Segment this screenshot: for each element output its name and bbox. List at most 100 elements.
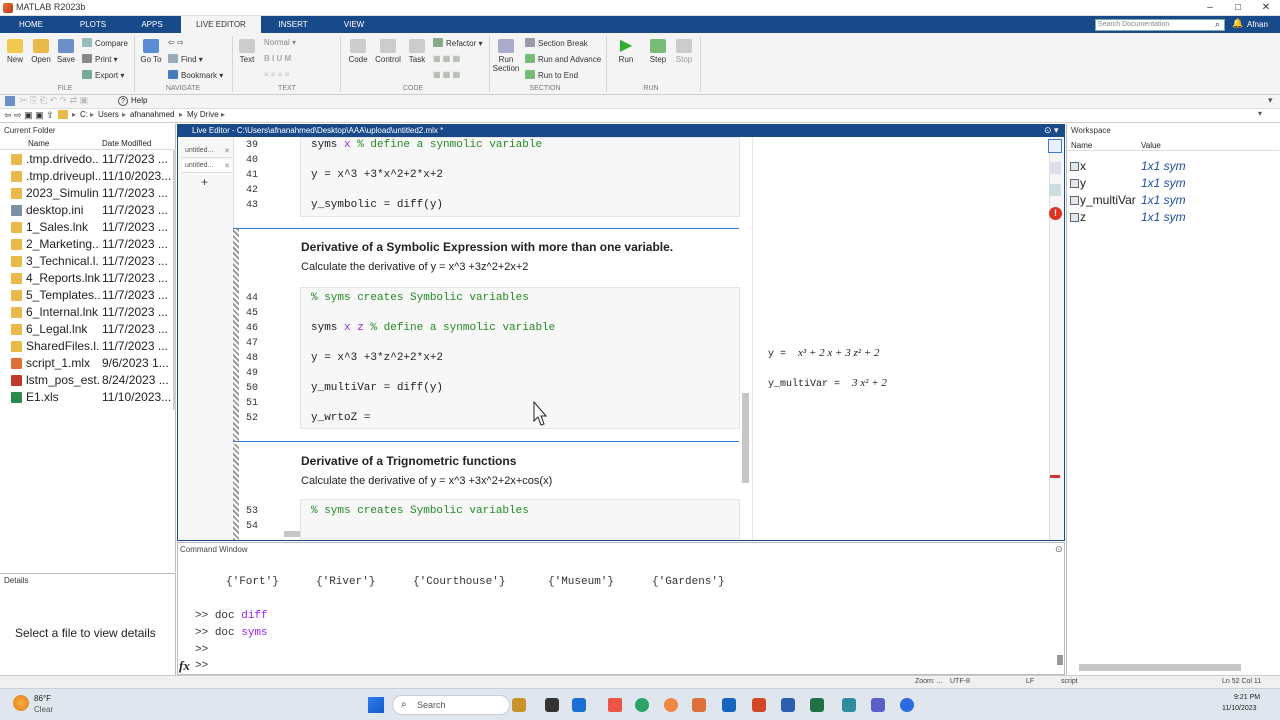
file-explorer-icon[interactable]	[512, 698, 526, 712]
hide-code-icon[interactable]	[1049, 184, 1061, 196]
format-buttons[interactable]: B I U M	[264, 54, 291, 63]
step-button[interactable]: Step	[646, 39, 670, 64]
zoom-status[interactable]: Zoom: ...	[915, 678, 943, 685]
close-tab-icon[interactable]: ✕	[224, 162, 230, 170]
weather-icon[interactable]	[13, 695, 29, 711]
file-row[interactable]: 6_Legal.lnk 11/7/2023 ...	[0, 321, 176, 338]
run-button[interactable]: ▶ Run	[614, 38, 638, 65]
code-line[interactable]: % syms creates Symbolic variables	[311, 292, 529, 304]
code-button[interactable]: Code	[346, 39, 370, 64]
tab-view[interactable]: VIEW	[324, 16, 384, 33]
tab-live-editor[interactable]: LIVE EDITOR	[181, 16, 261, 33]
task-button[interactable]: Task	[406, 39, 428, 64]
column-name[interactable]: Name	[28, 139, 49, 148]
column-name[interactable]: Name	[1071, 141, 1092, 150]
file-tab-2[interactable]: untitled... ✕	[182, 160, 232, 173]
store-icon[interactable]	[572, 698, 586, 712]
file-row[interactable]: 2_Marketing... 11/7/2023 ...	[0, 236, 176, 253]
windows-start-icon[interactable]	[368, 697, 384, 713]
code-line[interactable]: syms x z % define a synmolic variable	[311, 322, 555, 334]
workspace-var-row[interactable]: z 1x1 sym	[1068, 209, 1278, 226]
code-line[interactable]: y_multiVar = diff(y)	[311, 382, 443, 394]
code-line[interactable]: y_symbolic = diff(y)	[311, 199, 443, 211]
file-row[interactable]: .tmp.driveupl... 11/10/2023...	[0, 168, 176, 185]
new-button[interactable]: New	[4, 39, 26, 64]
code-tools[interactable]: ▦ ▦ ▦	[433, 54, 460, 63]
file-row[interactable]: 5_Templates.... 11/7/2023 ...	[0, 287, 176, 304]
run-section-button[interactable]: Run Section	[492, 39, 520, 73]
word-icon[interactable]	[781, 698, 795, 712]
run-to-end-button[interactable]: Run to End	[525, 70, 578, 80]
matlab-taskbar-icon[interactable]	[692, 698, 706, 712]
code-line[interactable]: y = x^3 +3*x^2+2*x+2	[311, 169, 443, 181]
zoom-icon[interactable]	[900, 698, 914, 712]
teams-icon[interactable]	[871, 698, 885, 712]
clock-time[interactable]: 9:21 PM	[1234, 694, 1260, 701]
file-row[interactable]: 4_Reports.lnk 11/7/2023 ...	[0, 270, 176, 287]
section-break-button[interactable]: Section Break	[525, 38, 588, 48]
run-and-advance-button[interactable]: Run and Advance	[525, 54, 601, 64]
task-view-icon[interactable]	[545, 698, 559, 712]
style-dropdown[interactable]: Normal ▾	[264, 38, 296, 47]
fx-icon[interactable]: fx	[179, 658, 190, 674]
address-dropdown-icon[interactable]: ▾	[1258, 109, 1262, 118]
edge-icon[interactable]	[635, 698, 649, 712]
save-button[interactable]: Save	[55, 39, 77, 64]
file-row[interactable]: lstm_pos_est... 8/24/2023 ...	[0, 372, 176, 389]
breadcrumb-users[interactable]: Users	[98, 110, 119, 119]
error-marker[interactable]	[1050, 475, 1060, 478]
search-icon[interactable]: ⌕	[1215, 19, 1220, 30]
close-button[interactable]: ✕	[1252, 0, 1280, 16]
panel-options-icon[interactable]: ⊙ ▾	[1044, 125, 1059, 136]
toolbar-icons[interactable]: ✂ ⎘ ⎗ ↶ ↷ ⇄ ▣	[20, 95, 88, 106]
export-button[interactable]: Export ▾	[82, 70, 124, 80]
tab-home[interactable]: HOME	[0, 16, 62, 33]
help-icon[interactable]: ?	[118, 96, 128, 106]
open-button[interactable]: Open	[29, 39, 53, 64]
chrome-icon[interactable]	[664, 698, 678, 712]
code-line[interactable]: syms x % define a synmolic variable	[311, 139, 542, 151]
tab-plots[interactable]: PLOTS	[62, 16, 124, 33]
text-button[interactable]: Text	[236, 39, 258, 64]
control-button[interactable]: Control	[372, 39, 404, 64]
file-row[interactable]: SharedFiles.l... 11/7/2023 ...	[0, 338, 176, 355]
find-button[interactable]: Find ▾	[168, 54, 203, 64]
stop-button[interactable]: Stop	[672, 39, 696, 64]
file-type-status[interactable]: script	[1061, 678, 1078, 685]
file-row[interactable]: .tmp.drivedo... 11/7/2023 ...	[0, 151, 176, 168]
tab-insert[interactable]: INSERT	[262, 16, 324, 33]
go-to-button[interactable]: Go To	[138, 39, 164, 64]
file-row[interactable]: desktop.ini 11/7/2023 ...	[0, 202, 176, 219]
workspace-hscroll-thumb[interactable]	[1079, 664, 1241, 671]
taskbar-search[interactable]: ⌕ Search	[392, 695, 510, 715]
code-line[interactable]: y = x^3 +3*z^2+2*x+2	[311, 352, 443, 364]
bookmark-button[interactable]: Bookmark ▾	[168, 70, 223, 80]
back-forward-icon[interactable]: ⇦ ⇨	[168, 38, 184, 47]
breadcrumb-user[interactable]: afnanahmed	[130, 110, 174, 119]
compare-button[interactable]: Compare	[82, 38, 128, 48]
file-row[interactable]: 3_Technical.l... 11/7/2023 ...	[0, 253, 176, 270]
file-row[interactable]: 6_Internal.lnk 11/7/2023 ...	[0, 304, 176, 321]
output-inline-icon[interactable]	[1048, 139, 1062, 153]
close-tab-icon[interactable]: ✕	[224, 147, 230, 155]
error-indicator-icon[interactable]: !	[1049, 207, 1062, 220]
maximize-button[interactable]: □	[1224, 0, 1252, 16]
file-row[interactable]: 2023_Simulin...11/7/2023 ...	[0, 185, 176, 202]
nav-arrows-icon[interactable]: ⇦ ⇨ ▣ ▣ ⇧	[4, 110, 54, 121]
user-menu[interactable]: Afnan	[1247, 20, 1268, 29]
output-right-icon[interactable]	[1049, 162, 1061, 174]
powerpoint-icon[interactable]	[752, 698, 766, 712]
file-row[interactable]: E1.xls 11/10/2023...	[0, 389, 176, 406]
app-icon[interactable]	[608, 698, 622, 712]
outlook-icon[interactable]	[722, 698, 736, 712]
eol-status[interactable]: LF	[1026, 678, 1034, 685]
workspace-var-row[interactable]: y 1x1 sym	[1068, 175, 1278, 192]
code-tools-2[interactable]: ▦ ▦ ▦	[433, 70, 460, 79]
cursor-position-status[interactable]: Ln 52 Col 11	[1222, 678, 1261, 685]
scrollbar[interactable]	[173, 150, 176, 410]
excel-icon[interactable]	[810, 698, 824, 712]
panel-options-icon[interactable]: ⊙	[1055, 544, 1063, 555]
expand-icon[interactable]: ▾	[1268, 95, 1273, 106]
save-icon[interactable]	[5, 96, 15, 106]
add-tab-button[interactable]: +	[201, 175, 208, 189]
